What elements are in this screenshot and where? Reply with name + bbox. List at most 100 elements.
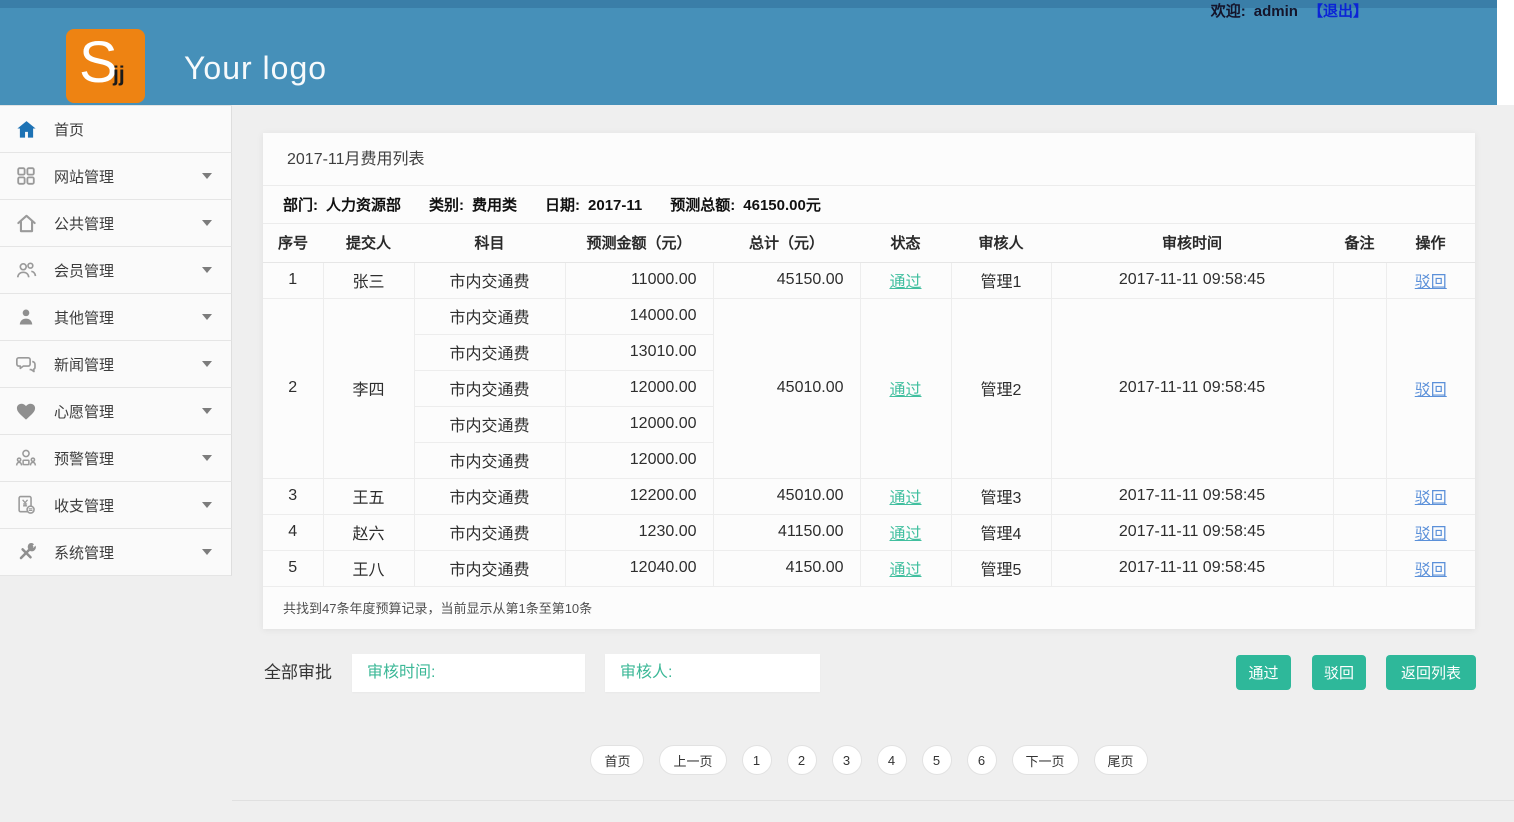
status-pass-link[interactable]: 通过 [889,382,921,399]
note-cell [1333,478,1386,514]
pagination-prev[interactable]: 上一页 [659,745,726,775]
chevron-down-icon [202,361,212,367]
chevron-down-icon [202,173,212,179]
subject-cell: 市内交通费 [414,406,565,442]
tools-icon [13,541,39,563]
reject-row-link[interactable]: 驳回 [1415,274,1447,291]
audit-time-cell: 2017-11-11 09:58:45 [1051,550,1333,586]
chevron-down-icon [202,408,212,414]
subject-cell: 市内交通费 [414,262,565,298]
total-cell: 41150.00 [713,514,860,550]
submitter-cell: 赵六 [323,514,414,550]
sidebar-item-warning-management[interactable]: 预警管理 [0,435,232,482]
amount-cell: 12200.00 [565,478,713,514]
pagination: 首页上一页 123456 下一页尾页 [263,745,1475,775]
expense-table-body: 1张三市内交通费11000.0045150.00通过管理12017-11-11 … [263,262,1475,586]
reject-row-link[interactable]: 驳回 [1415,526,1447,543]
table-row: 3王五市内交通费12200.0045010.00通过管理32017-11-11 … [263,478,1475,514]
col-status: 状态 [860,224,951,262]
status-pass-link[interactable]: 通过 [889,274,921,291]
sidebar-item-label: 心愿管理 [54,401,114,422]
sidebar-item-wish-management[interactable]: 心愿管理 [0,388,232,435]
audit-time-cell: 2017-11-11 09:58:45 [1051,262,1333,298]
reject-button[interactable]: 驳回 [1312,655,1366,690]
user-icon [13,306,39,328]
amount-cell: 12000.00 [565,406,713,442]
sidebar-item-member-management[interactable]: 会员管理 [0,247,232,294]
expense-panel: 2017-11月费用列表 部门:人力资源部 类别:费用类 日期:2017-11 … [263,133,1475,629]
app-header: 欢迎:admin【退出】 S jj Your logo [0,0,1497,105]
submitter-cell: 张三 [323,262,414,298]
pagination-page-3[interactable]: 3 [832,745,862,775]
row-number-cell: 5 [263,550,323,586]
row-number-cell: 1 [263,262,323,298]
app-screen: 欢迎:admin【退出】 S jj Your logo 首页 网站管理 公 [0,0,1514,822]
username: admin [1254,3,1298,20]
subject-cell: 市内交通费 [414,550,565,586]
submitter-cell: 王五 [323,478,414,514]
invoice-icon [13,494,39,516]
total-cell: 45150.00 [713,262,860,298]
status-pass-link[interactable]: 通过 [889,562,921,579]
filter-category: 类别:费用类 [429,194,517,215]
sidebar-item-public-management[interactable]: 公共管理 [0,200,232,247]
pagination-page-6[interactable]: 6 [967,745,997,775]
logout-link[interactable]: 【退出】 [1308,3,1368,20]
sidebar-item-label: 收支管理 [54,495,114,516]
reject-row-link[interactable]: 驳回 [1415,562,1447,579]
action-cell: 驳回 [1386,298,1475,478]
pagination-first[interactable]: 首页 [590,745,644,775]
auditor-cell: 管理1 [951,262,1051,298]
chat-icon [13,353,39,375]
col-amount: 预测金额（元） [565,224,713,262]
pagination-page-2[interactable]: 2 [787,745,817,775]
back-to-list-button[interactable]: 返回列表 [1386,655,1476,690]
reject-row-link[interactable]: 驳回 [1415,490,1447,507]
status-pass-link[interactable]: 通过 [889,490,921,507]
sidebar-item-other-management[interactable]: 其他管理 [0,294,232,341]
sidebar-item-news-management[interactable]: 新闻管理 [0,341,232,388]
welcome-bar: 欢迎:admin【退出】 [1211,0,1368,23]
pagination-page-4[interactable]: 4 [877,745,907,775]
sidebar-item-home[interactable]: 首页 [0,106,232,153]
pagination-last[interactable]: 尾页 [1094,745,1148,775]
sidebar-item-label: 网站管理 [54,166,114,187]
col-total: 总计（元） [713,224,860,262]
sidebar-item-label: 系统管理 [54,542,114,563]
pagination-page-1[interactable]: 1 [742,745,772,775]
home-icon [13,118,39,141]
submitter-cell: 李四 [323,298,414,478]
amount-cell: 13010.00 [565,334,713,370]
approve-button[interactable]: 通过 [1236,655,1291,690]
filter-bar: 部门:人力资源部 类别:费用类 日期:2017-11 预测总额:46150.00… [263,186,1475,224]
audit-time-cell: 2017-11-11 09:58:45 [1051,298,1333,478]
amount-cell: 14000.00 [565,298,713,334]
col-submitter: 提交人 [323,224,414,262]
status-cell: 通过 [860,514,951,550]
audit-time-input[interactable] [352,654,585,692]
auditor-input[interactable] [605,654,820,692]
table-header-row: 序号 提交人 科目 预测金额（元） 总计（元） 状态 审核人 审核时间 备注 操… [263,224,1475,262]
alert-group-icon [13,447,39,470]
pagination-page-5[interactable]: 5 [922,745,952,775]
chevron-down-icon [202,314,212,320]
house-icon [13,212,39,235]
col-no: 序号 [263,224,323,262]
sidebar: 首页 网站管理 公共管理 会员管理 其他管理 [0,105,232,576]
note-cell [1333,550,1386,586]
auditor-cell: 管理3 [951,478,1051,514]
sidebar-item-finance-management[interactable]: 收支管理 [0,482,232,529]
batch-approval-bar: 全部审批 通过 驳回 返回列表 [263,654,1475,692]
total-cell: 4150.00 [713,550,860,586]
subject-cell: 市内交通费 [414,442,565,478]
col-auditor: 审核人 [951,224,1051,262]
audit-time-cell: 2017-11-11 09:58:45 [1051,478,1333,514]
header-corner-gap [1497,0,1514,105]
row-number-cell: 3 [263,478,323,514]
reject-row-link[interactable]: 驳回 [1415,382,1447,399]
sidebar-item-site-management[interactable]: 网站管理 [0,153,232,200]
amount-cell: 11000.00 [565,262,713,298]
status-pass-link[interactable]: 通过 [889,526,921,543]
pagination-next[interactable]: 下一页 [1012,745,1079,775]
sidebar-item-system-management[interactable]: 系统管理 [0,529,232,576]
